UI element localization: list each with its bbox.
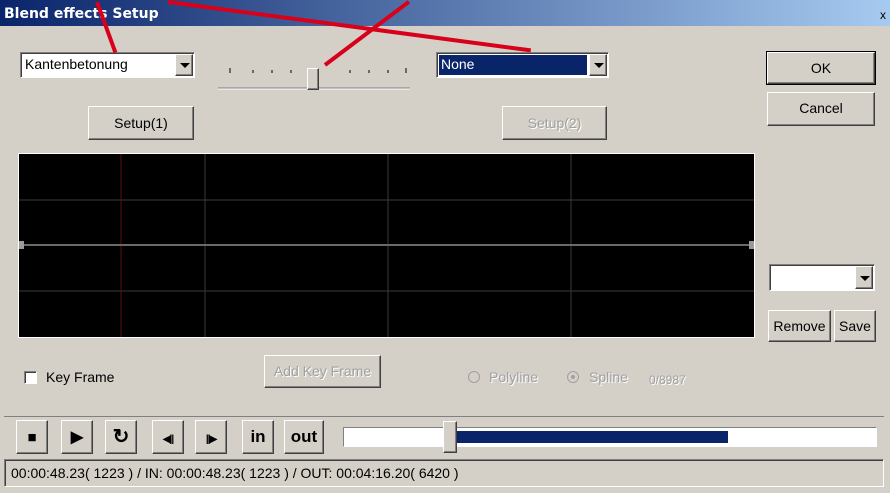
status-timecode: 00:00:48.23( 1223 ) / IN: 00:00:48.23( 1… [11,465,459,481]
blend-slider[interactable] [216,60,412,94]
ok-button[interactable]: OK [767,52,875,84]
play-icon: ▶ [70,429,84,446]
prev-frame-button[interactable]: ◀|| [152,420,184,454]
effect2-value: None [441,56,475,72]
effect1-value: Kantenbetonung [25,56,128,72]
blend-curve-graph[interactable] [18,153,755,338]
effect2-dropdown-button[interactable] [589,54,607,76]
preset-select[interactable] [769,264,875,291]
cancel-button[interactable]: Cancel [767,92,875,126]
timeline-thumb[interactable] [443,421,457,453]
curve-start-point [19,241,24,249]
keyframe-checkbox[interactable] [24,371,37,384]
chevron-down-icon [594,63,604,68]
next-frame-icon: ||▶ [205,434,217,445]
close-icon[interactable]: x [876,8,890,24]
play-button[interactable]: ▶ [61,420,93,454]
timeline-played-range [451,431,728,443]
in-button[interactable]: in [242,420,274,454]
status-bar: 00:00:48.23( 1223 ) / IN: 00:00:48.23( 1… [4,459,884,487]
add-key-frame-button[interactable]: Add Key Frame [264,355,381,388]
curve-counter: 0/8987 [649,373,686,387]
blend-effects-dialog: Blend effects Setup x Kantenbetonung Non… [0,0,890,493]
next-frame-button[interactable]: ||▶ [195,420,227,454]
effect1-dropdown-button[interactable] [175,54,193,76]
setup2-button[interactable]: Setup(2) [502,106,607,140]
save-button[interactable]: Save [834,310,876,342]
loop-icon: ↻ [112,426,130,448]
chevron-down-icon [180,63,190,68]
blend-slider-thumb[interactable] [307,68,319,90]
setup1-button[interactable]: Setup(1) [88,106,194,140]
curve-end-point [749,241,754,249]
out-button[interactable]: out [284,420,324,454]
effect2-select[interactable]: None [436,52,609,78]
spline-radio[interactable] [567,371,579,383]
timeline-track[interactable] [343,427,877,447]
chevron-down-icon [860,276,870,281]
window-title: Blend effects Setup [4,6,159,22]
graph-grid [19,154,754,337]
stop-icon: ■ [27,429,37,446]
title-bar: Blend effects Setup x [0,0,890,26]
polyline-radio[interactable] [468,371,480,383]
prev-frame-icon: ◀|| [162,434,174,445]
effect1-select[interactable]: Kantenbetonung [20,52,195,78]
spline-radio-dot [571,375,575,379]
stop-button[interactable]: ■ [16,420,48,454]
polyline-label: Polyline [489,369,539,385]
remove-button[interactable]: Remove [768,310,831,342]
keyframe-label: Key Frame [46,369,115,385]
spline-label: Spline [589,369,628,385]
loop-button[interactable]: ↻ [105,420,137,454]
preset-dropdown-button[interactable] [855,266,873,289]
